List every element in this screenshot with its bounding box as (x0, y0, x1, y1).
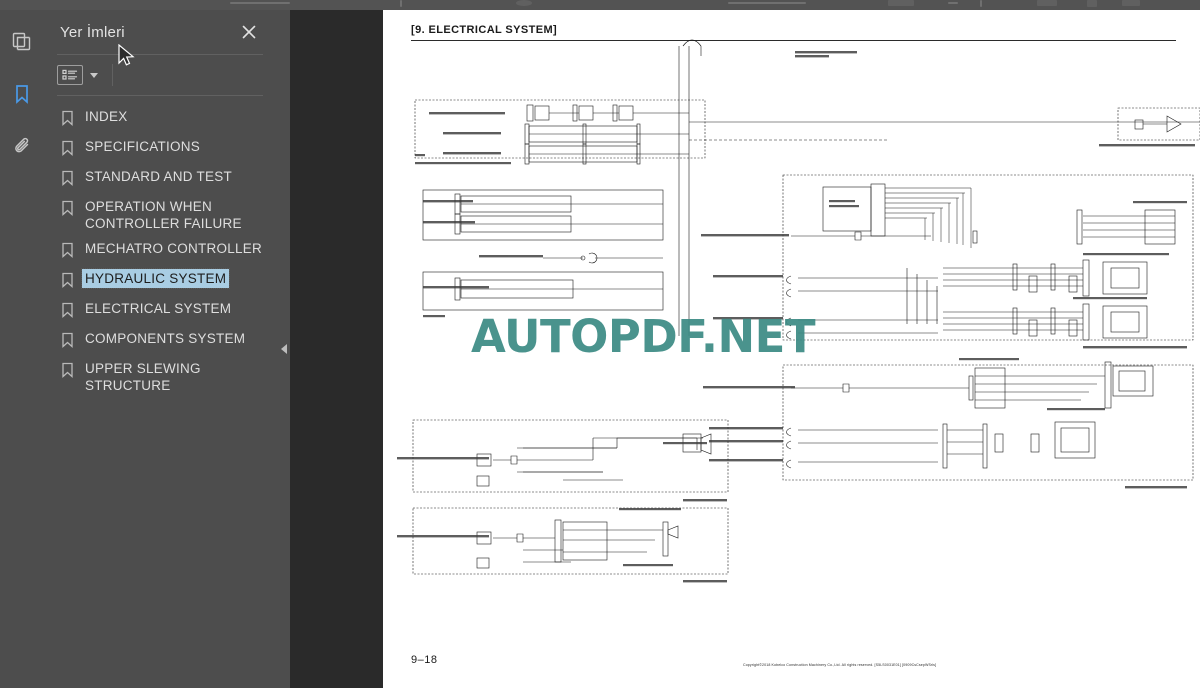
toolbar-ghost-9 (1087, 0, 1097, 7)
bookmark-item-label: COMPONENTS SYSTEM (85, 331, 246, 346)
page-number: 9–18 (411, 654, 438, 666)
bookmark-icon (61, 170, 74, 191)
attachments-icon[interactable] (4, 128, 40, 164)
bookmark-icon (61, 242, 74, 263)
bookmark-icon (61, 200, 74, 221)
bookmark-item-operation-when-controller-failure[interactable]: OPERATION WHEN CONTROLLER FAILURE (43, 194, 277, 236)
bookmark-item-label: MECHATRO CONTROLLER (85, 241, 263, 256)
bookmark-item-standard-and-test[interactable]: STANDARD AND TEST (43, 164, 277, 194)
bookmark-item-label: INDEX (85, 109, 128, 124)
bookmark-options-icon[interactable] (57, 65, 83, 85)
toolbar-ghost-8 (1037, 0, 1057, 6)
pdf-viewer-window: Yer İmleri INDEX SPECIFICATIONS STANDARD… (0, 0, 1200, 688)
bookmark-item-label: UPPER SLEWING STRUCTURE (85, 361, 201, 393)
bookmark-item-components-system[interactable]: COMPONENTS SYSTEM (43, 326, 277, 356)
bookmark-item-label: STANDARD AND TEST (85, 169, 233, 184)
bookmark-item-electrical-system[interactable]: ELECTRICAL SYSTEM (43, 296, 277, 326)
toolbar-ghost-10 (1122, 0, 1140, 6)
toolbar-ghost-6 (948, 2, 958, 4)
bookmark-item-upper-slewing-structure[interactable]: UPPER SLEWING STRUCTURE (43, 356, 277, 398)
toolbar-ghost-3 (516, 0, 532, 6)
sidebar-icon-rail (0, 10, 43, 688)
bookmark-item-hydraulic-system[interactable]: HYDRAULIC SYSTEM (43, 266, 277, 296)
bookmark-item-index[interactable]: INDEX (43, 104, 277, 134)
bookmark-icon (61, 332, 74, 353)
toolbar-ghost-1 (230, 2, 290, 4)
panel-title: Yer İmleri (60, 23, 125, 41)
wiring-schematic (397, 39, 1200, 583)
bookmarks-panel-header: Yer İmleri (43, 10, 277, 54)
bookmarks-icon[interactable] (4, 76, 40, 112)
chevron-down-icon[interactable] (90, 72, 98, 78)
chevron-left-icon (280, 344, 287, 354)
pdf-page: [9. ELECTRICAL SYSTEM] AUTOPDF.NET 9–18 … (383, 10, 1200, 688)
close-icon[interactable] (239, 22, 259, 42)
bookmark-icon (61, 272, 74, 293)
toolbar-ghost-4 (728, 2, 806, 4)
toolbar-ghost-5 (888, 0, 914, 6)
toolbar-ghost-7 (980, 0, 982, 7)
bookmark-item-label: HYDRAULIC SYSTEM (80, 268, 231, 289)
panel-collapse-handle[interactable] (277, 10, 290, 688)
bookmark-icon (61, 140, 74, 161)
bookmark-icon (61, 302, 74, 323)
page-thumbnails-icon[interactable] (4, 24, 40, 60)
toolbar-ghost-2 (400, 0, 402, 7)
bookmarks-toolbar (43, 55, 277, 95)
bookmark-icon (61, 362, 74, 383)
bookmark-list: INDEX SPECIFICATIONS STANDARD AND TEST O… (43, 96, 277, 398)
bookmark-item-label: SPECIFICATIONS (85, 139, 201, 154)
toolbar-strip (0, 0, 1200, 10)
document-viewer[interactable]: [9. ELECTRICAL SYSTEM] AUTOPDF.NET 9–18 … (290, 10, 1200, 688)
bookmark-item-mechatro-controller[interactable]: MECHATRO CONTROLLER (43, 236, 277, 266)
bookmark-item-label: ELECTRICAL SYSTEM (85, 301, 232, 316)
toolbar-divider (112, 64, 113, 86)
copyright-notice: Copyright©2018 Kobelco Construction Mach… (743, 663, 937, 667)
bookmark-item-label: OPERATION WHEN CONTROLLER FAILURE (85, 199, 242, 231)
bookmark-item-specifications[interactable]: SPECIFICATIONS (43, 134, 277, 164)
bookmark-icon (61, 110, 74, 131)
bookmarks-panel: Yer İmleri INDEX SPECIFICATIONS STANDARD… (43, 10, 277, 688)
